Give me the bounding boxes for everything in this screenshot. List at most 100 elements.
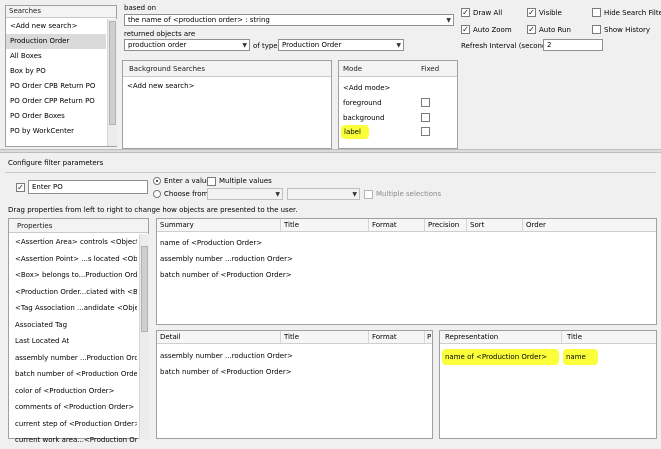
auto-run-label: Auto Run <box>539 26 571 34</box>
list-item[interactable]: Box by PO <box>6 64 106 79</box>
searches-scrollbar[interactable] <box>107 19 117 146</box>
representation-row-value[interactable]: name of <Production Order> <box>442 349 560 365</box>
table-row[interactable]: assembly number ...roduction Order> <box>160 254 293 264</box>
format-column-header[interactable]: Format <box>369 331 425 343</box>
background-searches-header: Background Searches <box>123 61 331 77</box>
list-item[interactable]: Associated Tag <box>11 317 137 334</box>
draw-all-checkbox[interactable]: ✓ <box>461 8 470 17</box>
chevron-down-icon: ▼ <box>352 191 357 198</box>
filter-separator <box>5 172 656 173</box>
returned-objects-select[interactable]: production order ▼ <box>124 39 250 51</box>
table-row[interactable]: batch number of <Production Order> <box>160 270 292 280</box>
table-row[interactable]: name of <Production Order> <box>160 238 262 248</box>
visible-checkbox[interactable]: ✓ <box>527 8 536 17</box>
list-item[interactable]: current step of <Production Order> <box>11 416 137 433</box>
scroll-thumb[interactable] <box>141 246 148 332</box>
summary-column-header[interactable]: Summary <box>157 219 281 231</box>
based-on-label: based on <box>124 4 157 12</box>
show-history-label: Show History <box>604 26 651 34</box>
auto-zoom-checkbox[interactable]: ✓ <box>461 25 470 34</box>
searches-header: Searches <box>6 6 116 18</box>
choose-from-value-select[interactable]: ▼ <box>287 188 360 200</box>
list-item[interactable]: <Assertion Point> ...s located <Object> <box>11 251 137 268</box>
background-searches-panel: Background Searches <Add new search> <box>122 60 332 149</box>
multiple-selections-label: Multiple selections <box>376 190 442 198</box>
order-column-header[interactable]: Order <box>523 219 656 231</box>
summary-grid: Summary Title Format Precision Sort Orde… <box>156 218 657 325</box>
choose-from-label: Choose from <box>164 190 209 198</box>
representation-column-header[interactable]: Representation <box>440 331 562 343</box>
list-item[interactable]: <Add new search> <box>6 19 106 34</box>
summary-grid-header: Summary Title Format Precision Sort Orde… <box>157 219 656 232</box>
mode-label[interactable]: label <box>341 125 369 139</box>
based-on-select[interactable]: the name of <production order> : string … <box>124 14 454 26</box>
list-item[interactable]: <Assertion Area> controls <Object> <box>11 234 137 251</box>
label-fixed-checkbox[interactable] <box>421 127 430 136</box>
mode-column-header: Mode <box>343 65 363 73</box>
table-row[interactable]: assembly number ...roduction Order> <box>160 351 293 361</box>
properties-panel: Properties <Assertion Area> controls <Ob… <box>8 218 149 444</box>
precision-column-header[interactable]: Precision <box>425 219 467 231</box>
list-item[interactable]: Production Order <box>6 34 106 49</box>
precision-column-header[interactable]: P <box>425 331 432 343</box>
scroll-thumb[interactable] <box>109 21 116 125</box>
returned-objects-label: returned objects are <box>124 30 196 38</box>
list-item[interactable]: PO by WorkCenter <box>6 124 106 139</box>
multiple-values-checkbox[interactable] <box>207 177 216 186</box>
list-item[interactable]: PO Order CPP Return PO <box>6 94 106 109</box>
title-column-header[interactable]: Title <box>281 331 369 343</box>
modes-header: Mode Fixed <box>339 61 457 77</box>
chevron-down-icon: ▼ <box>275 191 280 198</box>
background-fixed-checkbox[interactable] <box>421 113 430 122</box>
choose-from-select[interactable]: ▼ <box>207 188 283 200</box>
chevron-down-icon: ▼ <box>396 42 401 49</box>
representation-grid-header: Representation Title <box>440 331 656 344</box>
choose-from-radio[interactable] <box>153 190 161 198</box>
list-item[interactable]: current work area...<Production Order> <box>11 432 137 449</box>
format-column-header[interactable]: Format <box>369 219 425 231</box>
visible-label: Visible <box>539 9 562 17</box>
refresh-interval-input[interactable]: 2 <box>543 39 603 51</box>
list-item[interactable]: <Production Order...ciated with <Box> <box>11 284 137 301</box>
detail-column-header[interactable]: Detail <box>157 331 281 343</box>
hide-search-filter-checkbox[interactable] <box>592 8 601 17</box>
list-item[interactable]: Last Located At <box>11 333 137 350</box>
list-item[interactable]: All Boxes <box>6 49 106 64</box>
list-item[interactable]: <Add new search> <box>123 79 331 94</box>
enter-po-checkbox[interactable]: ✓ <box>16 183 25 192</box>
auto-run-checkbox[interactable]: ✓ <box>527 25 536 34</box>
splitter[interactable] <box>0 149 661 153</box>
refresh-interval-label: Refresh Interval (seconds) <box>461 42 553 50</box>
properties-scrollbar[interactable] <box>139 234 149 439</box>
list-item[interactable]: <Box> belongs to...Production Order> <box>11 267 137 284</box>
sort-column-header[interactable]: Sort <box>467 219 523 231</box>
returned-objects-value: production order <box>128 41 187 49</box>
representation-grid: Representation Title name of <Production… <box>439 330 657 439</box>
list-item[interactable]: <Tag Association ...andidate <Object> <box>11 300 137 317</box>
table-row[interactable]: batch number of <Production Order> <box>160 367 292 377</box>
representation-row-title[interactable]: name <box>563 349 598 365</box>
list-item[interactable]: batch number of <Production Order> <box>11 366 137 383</box>
list-item[interactable]: PO Order Boxes <box>6 109 106 124</box>
fixed-column-header: Fixed <box>421 65 440 73</box>
list-item[interactable]: PO Order CPB Return PO <box>6 79 106 94</box>
title-column-header[interactable]: Title <box>281 219 369 231</box>
hide-search-filter-label: Hide Search Filter <box>604 9 661 17</box>
list-item[interactable]: comments of <Production Order> <box>11 399 137 416</box>
enter-po-input[interactable]: Enter PO <box>28 180 148 194</box>
multiple-selections-checkbox[interactable] <box>364 190 373 199</box>
draw-all-label: Draw All <box>473 9 503 17</box>
properties-header: Properties <box>9 219 148 233</box>
mode-background[interactable]: background <box>343 113 384 123</box>
type-value: Production Order <box>282 41 342 49</box>
show-history-checkbox[interactable] <box>592 25 601 34</box>
foreground-fixed-checkbox[interactable] <box>421 98 430 107</box>
enter-value-radio[interactable] <box>153 177 161 185</box>
type-select[interactable]: Production Order ▼ <box>278 39 404 51</box>
title-column-header[interactable]: Title <box>562 331 656 343</box>
modes-panel: Mode Fixed <Add mode> foreground backgro… <box>338 60 458 149</box>
list-item[interactable]: assembly number ...Production Order> <box>11 350 137 367</box>
mode-foreground[interactable]: foreground <box>343 98 382 108</box>
list-item[interactable]: color of <Production Order> <box>11 383 137 400</box>
mode-add[interactable]: <Add mode> <box>343 83 390 93</box>
